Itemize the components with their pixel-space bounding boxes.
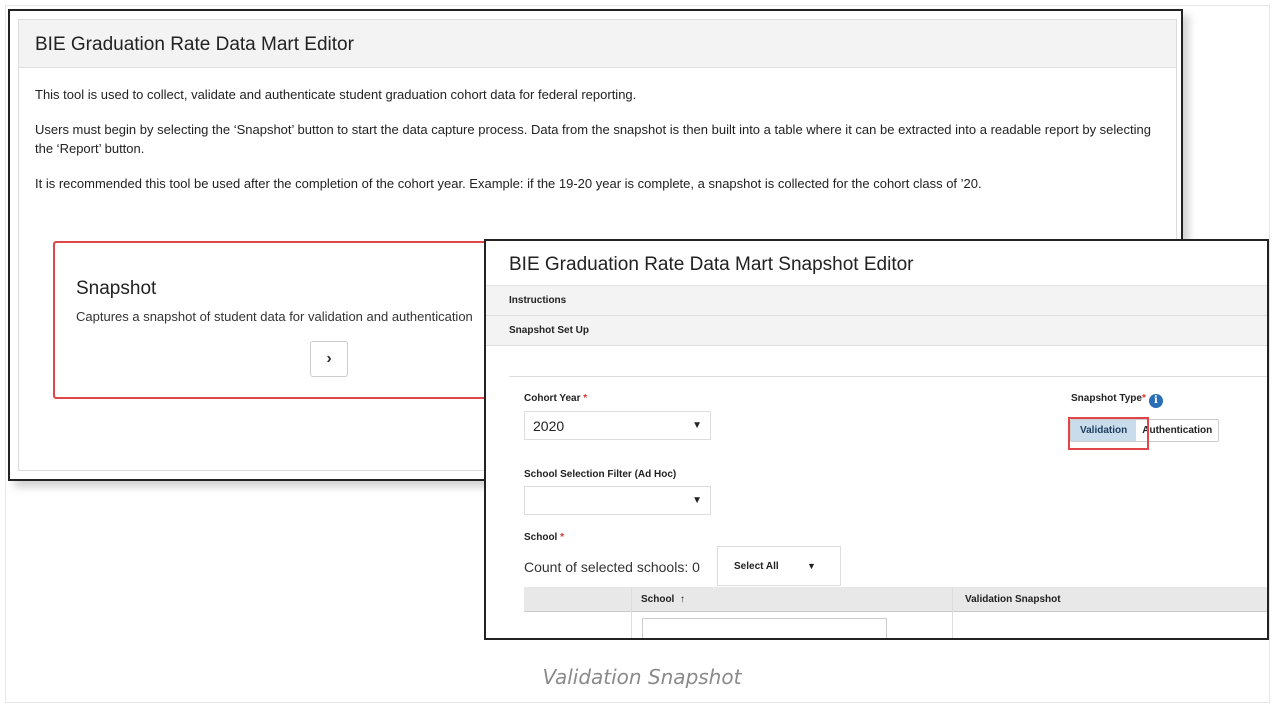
open-snapshot-button[interactable]: ›: [310, 341, 348, 377]
validation-snapshot-column-header[interactable]: Validation Snapshot: [965, 594, 1061, 605]
snapshot-editor-title: BIE Graduation Rate Data Mart Snapshot E…: [509, 254, 914, 275]
school-label: School *: [524, 532, 565, 543]
validation-highlight: [1068, 417, 1149, 450]
dropdown-caret-icon: ▼: [692, 420, 702, 431]
figure-caption: Validation Snapshot: [542, 665, 742, 689]
snapshot-type-label: Snapshot Type* i: [1071, 393, 1163, 408]
required-marker: *: [560, 532, 565, 543]
selected-schools-count: Count of selected schools: 0: [524, 559, 700, 575]
select-all-button[interactable]: Select All: [718, 561, 800, 572]
school-filter-label: School Selection Filter (Ad Hoc): [524, 469, 677, 480]
select-all-dropdown: Select All ▼: [717, 546, 841, 586]
snapshot-editor-header: BIE Graduation Rate Data Mart Snapshot E…: [486, 241, 1267, 286]
column-divider: [952, 587, 953, 638]
required-marker: *: [583, 393, 588, 404]
column-divider: [631, 587, 632, 638]
instruction-paragraph: Users must begin by selecting the ‘Snaps…: [35, 122, 1151, 156]
schools-table-header: School ↑ Validation Snapshot: [524, 587, 1267, 612]
instruction-paragraph: It is recommended this tool be used afte…: [35, 176, 982, 191]
divider: [509, 376, 1267, 377]
dropdown-caret-icon: ▼: [692, 495, 702, 506]
instruction-paragraph: This tool is used to collect, validate a…: [35, 87, 637, 102]
snapshot-card-description: Captures a snapshot of student data for …: [76, 309, 473, 324]
instructions-section[interactable]: Instructions: [486, 286, 1267, 316]
cohort-year-select[interactable]: 2020 ▼: [524, 411, 711, 440]
chevron-right-icon: ›: [326, 350, 332, 367]
school-filter-select[interactable]: ▼: [524, 486, 711, 515]
cohort-year-value: 2020: [533, 418, 565, 434]
info-icon[interactable]: i: [1148, 394, 1163, 408]
editor-instructions: This tool is used to collect, validate a…: [19, 68, 1176, 193]
editor-title: BIE Graduation Rate Data Mart Editor: [35, 34, 354, 55]
school-column-header[interactable]: School ↑: [641, 594, 685, 605]
school-filter-input[interactable]: [642, 618, 887, 638]
editor-header: BIE Graduation Rate Data Mart Editor: [19, 20, 1176, 68]
snapshot-editor-window: BIE Graduation Rate Data Mart Snapshot E…: [484, 239, 1269, 640]
cohort-year-label: Cohort Year *: [524, 393, 588, 404]
dropdown-caret-icon[interactable]: ▼: [800, 561, 816, 571]
snapshot-card-title: Snapshot: [76, 278, 157, 299]
sort-ascending-icon: ↑: [679, 594, 685, 605]
snapshot-setup-section[interactable]: Snapshot Set Up: [486, 316, 1267, 346]
required-marker: *: [1141, 393, 1146, 404]
